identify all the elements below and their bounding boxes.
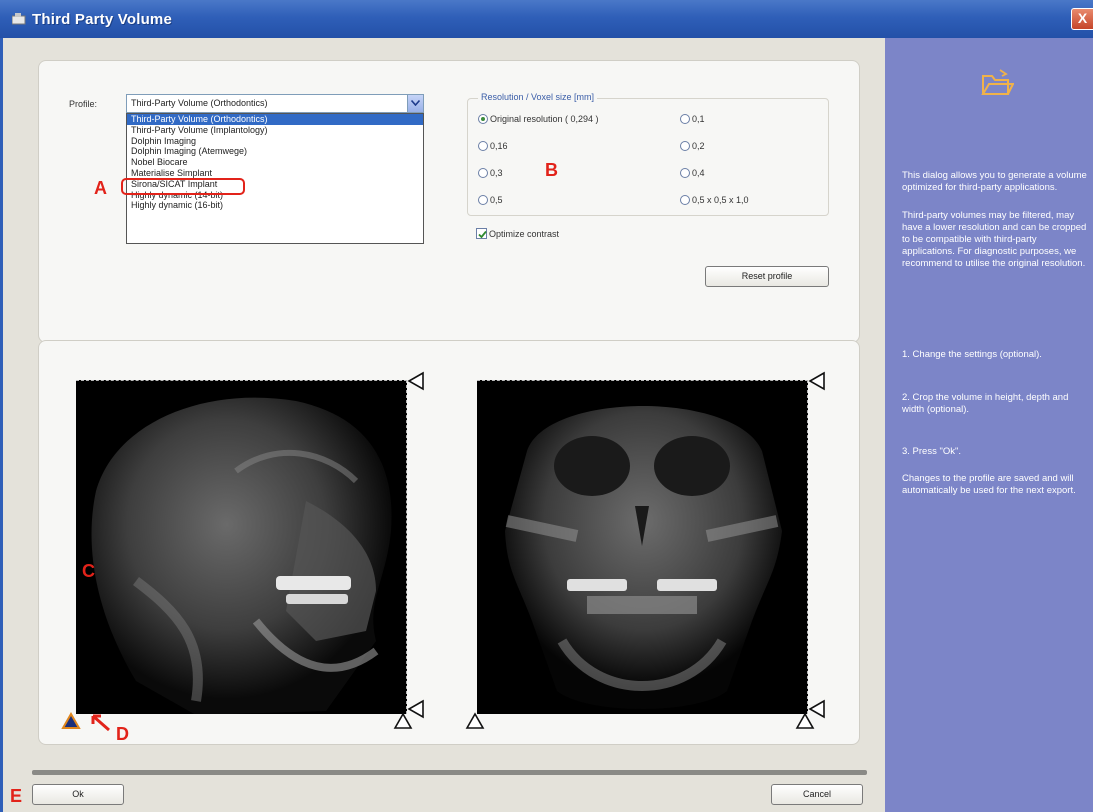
- radio-dot: [478, 141, 488, 151]
- frontal-view[interactable]: [477, 380, 808, 714]
- help-text: Third-party volumes may be filtered, may…: [902, 210, 1087, 269]
- dropdown-button[interactable]: [407, 95, 423, 112]
- crop-handle-icon[interactable]: [407, 371, 425, 391]
- radio-0-5-0-5-1-0[interactable]: 0,5 x 0,5 x 1,0: [680, 195, 749, 205]
- crop-handle-icon[interactable]: [465, 712, 485, 730]
- app-icon: [12, 13, 26, 25]
- profile-option[interactable]: Dolphin Imaging (Atemwege): [127, 146, 423, 157]
- radio-0-4[interactable]: 0,4: [680, 168, 705, 178]
- window-title: Third Party Volume: [32, 11, 173, 28]
- profile-option[interactable]: Dolphin Imaging: [127, 136, 423, 147]
- profile-option[interactable]: Third-Party Volume (Implantology): [127, 125, 423, 136]
- annotation-label-b: B: [545, 160, 558, 180]
- annotation-label-c: C: [82, 561, 95, 581]
- help-text: Changes to the profile are saved and wil…: [902, 473, 1076, 496]
- checkmark-icon: [478, 230, 487, 239]
- annotation-label-e: E: [10, 786, 23, 806]
- frontal-xray-image: [505, 406, 782, 709]
- radio-dot: [680, 195, 690, 205]
- annotation-label-d: D: [116, 724, 129, 744]
- crop-handle-icon[interactable]: [393, 712, 413, 730]
- progress-separator: [32, 770, 867, 775]
- lateral-view[interactable]: [76, 380, 407, 714]
- chevron-down-icon: [411, 100, 420, 106]
- profile-label: Profile:: [69, 99, 98, 109]
- radio-0-2[interactable]: 0,2: [680, 141, 705, 151]
- profile-option[interactable]: Nobel Biocare: [127, 157, 423, 168]
- radio-0-16[interactable]: 0,16: [478, 141, 508, 151]
- crop-handle-active-icon[interactable]: [61, 712, 81, 730]
- crop-panel: [38, 340, 860, 745]
- optimize-contrast-checkbox[interactable]: Optimize contrast: [476, 228, 559, 239]
- radio-dot: [680, 141, 690, 151]
- radio-dot: [478, 168, 488, 178]
- radio-dot: [478, 114, 488, 124]
- title-bar: Third Party Volume X: [0, 0, 1093, 38]
- resolution-legend: Resolution / Voxel size [mm]: [478, 92, 598, 102]
- checkbox-box: [476, 228, 487, 239]
- radio-dot: [680, 114, 690, 124]
- radio-dot: [680, 168, 690, 178]
- profile-dropdown[interactable]: Third-Party Volume (Orthodontics): [126, 94, 424, 113]
- ok-button[interactable]: Ok: [32, 784, 124, 805]
- profile-selected-value: Third-Party Volume (Orthodontics): [131, 98, 268, 108]
- lateral-xray-image: [91, 397, 392, 714]
- close-button[interactable]: X: [1071, 8, 1093, 30]
- radio-original-resolution[interactable]: Original resolution ( 0,294 ): [478, 114, 599, 124]
- resolution-group: Resolution / Voxel size [mm] Original re…: [467, 92, 829, 216]
- help-text: 2. Crop the volume in height, depth and …: [902, 392, 1069, 415]
- radio-dot: [478, 195, 488, 205]
- profile-option[interactable]: Third-Party Volume (Orthodontics): [127, 114, 423, 125]
- crop-handle-icon[interactable]: [808, 371, 826, 391]
- settings-panel: Profile: Third-Party Volume (Orthodontic…: [38, 60, 860, 343]
- help-text: 1. Change the settings (optional).: [902, 349, 1042, 360]
- crop-handle-icon[interactable]: [795, 712, 815, 730]
- reset-profile-button[interactable]: Reset profile: [705, 266, 829, 287]
- help-text: This dialog allows you to generate a vol…: [902, 170, 1087, 193]
- radio-0-3[interactable]: 0,3: [478, 168, 503, 178]
- annotation-label-a: A: [94, 178, 107, 198]
- radio-0-1[interactable]: 0,1: [680, 114, 705, 124]
- radio-0-5[interactable]: 0,5: [478, 195, 503, 205]
- cancel-button[interactable]: Cancel: [771, 784, 863, 805]
- annotation-arrow-icon: [91, 714, 110, 732]
- annotation-highlight-box: [121, 178, 245, 195]
- folder-open-icon: [981, 69, 1014, 95]
- profile-option[interactable]: Highly dynamic (16-bit): [127, 200, 423, 211]
- help-text: 3. Press "Ok".: [902, 446, 962, 457]
- help-panel: This dialog allows you to generate a vol…: [885, 38, 1093, 812]
